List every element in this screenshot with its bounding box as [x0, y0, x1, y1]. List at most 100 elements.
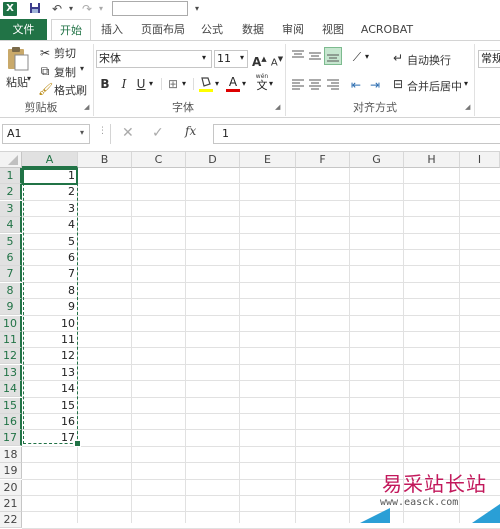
formula-input[interactable]: 1 — [213, 124, 500, 144]
font-name-select[interactable]: 宋体 — [96, 50, 212, 68]
column-header-g[interactable]: G — [350, 152, 404, 168]
copy-button[interactable]: 复制 — [54, 64, 76, 80]
row-header-1[interactable]: 1 — [0, 168, 22, 184]
row-header-22[interactable]: 22 — [0, 512, 22, 529]
cancel-icon[interactable]: ✕ — [122, 125, 134, 141]
column-header-c[interactable]: C — [132, 152, 186, 168]
column-header-a[interactable]: A — [22, 152, 78, 168]
italic-button[interactable]: I — [118, 76, 130, 92]
font-name-dropdown-icon[interactable]: ▾ — [202, 53, 206, 62]
customize-quick-access-icon[interactable]: ▾ — [192, 2, 202, 16]
row-header-21[interactable]: 21 — [0, 496, 22, 512]
borders-dropdown-icon[interactable]: ▾ — [182, 79, 186, 88]
save-icon[interactable] — [28, 2, 42, 16]
row-header-14[interactable]: 14 — [0, 381, 22, 398]
insert-function-button[interactable]: fx — [185, 124, 196, 138]
row-header-6[interactable]: 6 — [0, 250, 22, 266]
tab-acrobat[interactable]: ACROBAT — [358, 19, 416, 40]
align-top-icon[interactable] — [291, 49, 305, 63]
paste-button[interactable]: 粘贴 — [6, 74, 28, 90]
clipboard-launcher-icon[interactable]: ◢ — [84, 104, 91, 111]
tab-file[interactable]: 文件 — [0, 19, 47, 40]
copy-dropdown-icon[interactable]: ▾ — [80, 64, 84, 73]
row-header-5[interactable]: 5 — [0, 233, 22, 250]
row-header-9[interactable]: 9 — [0, 299, 22, 316]
column-header-e[interactable]: E — [240, 152, 296, 168]
alignment-launcher-icon[interactable]: ◢ — [465, 104, 472, 111]
phonetic-dropdown-icon[interactable]: ▾ — [269, 79, 273, 88]
font-color-button[interactable]: A — [225, 75, 241, 93]
redo-icon[interactable]: ↷ — [80, 2, 94, 16]
fill-color-dropdown-icon[interactable]: ▾ — [215, 79, 219, 88]
orientation-icon[interactable]: ⟋ — [349, 49, 365, 65]
column-header-d[interactable]: D — [186, 152, 240, 168]
active-cell[interactable] — [22, 168, 78, 185]
tab-insert[interactable]: 插入 — [96, 19, 128, 40]
number-format-select[interactable]: 常规 — [478, 50, 500, 68]
font-launcher-icon[interactable]: ◢ — [275, 104, 282, 111]
wrap-text-button[interactable]: 自动换行 — [407, 52, 451, 68]
tab-data[interactable]: 数据 — [238, 19, 268, 40]
paste-icon[interactable] — [6, 46, 30, 72]
undo-dropdown-icon[interactable]: ▾ — [66, 2, 76, 16]
align-right-icon[interactable] — [326, 77, 340, 91]
font-color-dropdown-icon[interactable]: ▾ — [242, 79, 246, 88]
select-all-corner[interactable] — [0, 152, 22, 168]
tab-home[interactable]: 开始 — [51, 19, 91, 40]
row-header-19[interactable]: 19 — [0, 463, 22, 480]
column-header-h[interactable]: H — [404, 152, 460, 168]
row-header-2[interactable]: 2 — [0, 184, 22, 201]
underline-button[interactable]: U — [135, 76, 147, 92]
align-bottom-icon[interactable] — [324, 47, 342, 65]
row-header-17[interactable]: 17 — [0, 430, 22, 447]
name-box-value: A1 — [7, 127, 22, 140]
name-box[interactable]: A1 — [2, 124, 90, 144]
row-header-8[interactable]: 8 — [0, 282, 22, 299]
cut-button[interactable]: 剪切 — [54, 45, 76, 61]
enter-icon[interactable]: ✓ — [152, 125, 164, 141]
paste-dropdown-icon[interactable]: ▾ — [27, 74, 31, 83]
row-header-15[interactable]: 15 — [0, 397, 22, 414]
row-header-3[interactable]: 3 — [0, 200, 22, 217]
bold-button[interactable]: B — [99, 76, 111, 92]
row-header-4[interactable]: 4 — [0, 217, 22, 234]
shrink-font-button[interactable]: A▼ — [270, 51, 284, 68]
font-size-dropdown-icon[interactable]: ▾ — [240, 53, 244, 62]
row-header-10[interactable]: 10 — [0, 315, 22, 332]
excel-logo-icon: X — [3, 2, 17, 16]
column-header-f[interactable]: F — [296, 152, 350, 168]
row-header-13[interactable]: 13 — [0, 364, 22, 381]
orientation-dropdown-icon[interactable]: ▾ — [365, 52, 369, 61]
increase-indent-icon[interactable]: ⇥ — [368, 77, 382, 93]
clipboard-group-label: 剪贴板 — [24, 101, 58, 114]
row-header-16[interactable]: 16 — [0, 414, 22, 430]
undo-icon[interactable]: ↶ — [50, 2, 64, 16]
redo-dropdown-icon[interactable]: ▾ — [96, 2, 106, 16]
column-header-b[interactable]: B — [78, 152, 132, 168]
number-format-value: 常规 — [481, 52, 500, 65]
row-header-12[interactable]: 12 — [0, 348, 22, 365]
merge-center-dropdown-icon[interactable]: ▾ — [464, 79, 468, 88]
row-header-11[interactable]: 11 — [0, 332, 22, 348]
fill-handle[interactable] — [74, 440, 81, 447]
decrease-indent-icon[interactable]: ⇤ — [349, 77, 363, 93]
grow-font-button[interactable]: A▲ — [252, 51, 267, 69]
tab-view[interactable]: 视图 — [318, 19, 348, 40]
merge-center-button[interactable]: 合并后居中 — [407, 78, 462, 94]
tab-page-layout[interactable]: 页面布局 — [137, 19, 189, 40]
underline-dropdown-icon[interactable]: ▾ — [149, 79, 153, 88]
tab-review[interactable]: 审阅 — [278, 19, 308, 40]
quick-access-combo[interactable] — [112, 1, 188, 16]
row-header-20[interactable]: 20 — [0, 479, 22, 496]
borders-icon[interactable]: ⊞ — [166, 76, 180, 92]
column-header-i[interactable]: I — [460, 152, 500, 168]
row-header-7[interactable]: 7 — [0, 266, 22, 283]
name-box-dropdown-icon[interactable]: ▾ — [80, 128, 84, 137]
align-center-icon[interactable] — [308, 77, 322, 91]
tab-formulas[interactable]: 公式 — [197, 19, 227, 40]
align-left-icon[interactable] — [291, 77, 305, 91]
align-middle-icon[interactable] — [308, 49, 322, 63]
fill-color-icon[interactable] — [198, 75, 214, 93]
format-painter-button[interactable]: 格式刷 — [54, 82, 87, 98]
row-header-18[interactable]: 18 — [0, 446, 22, 463]
